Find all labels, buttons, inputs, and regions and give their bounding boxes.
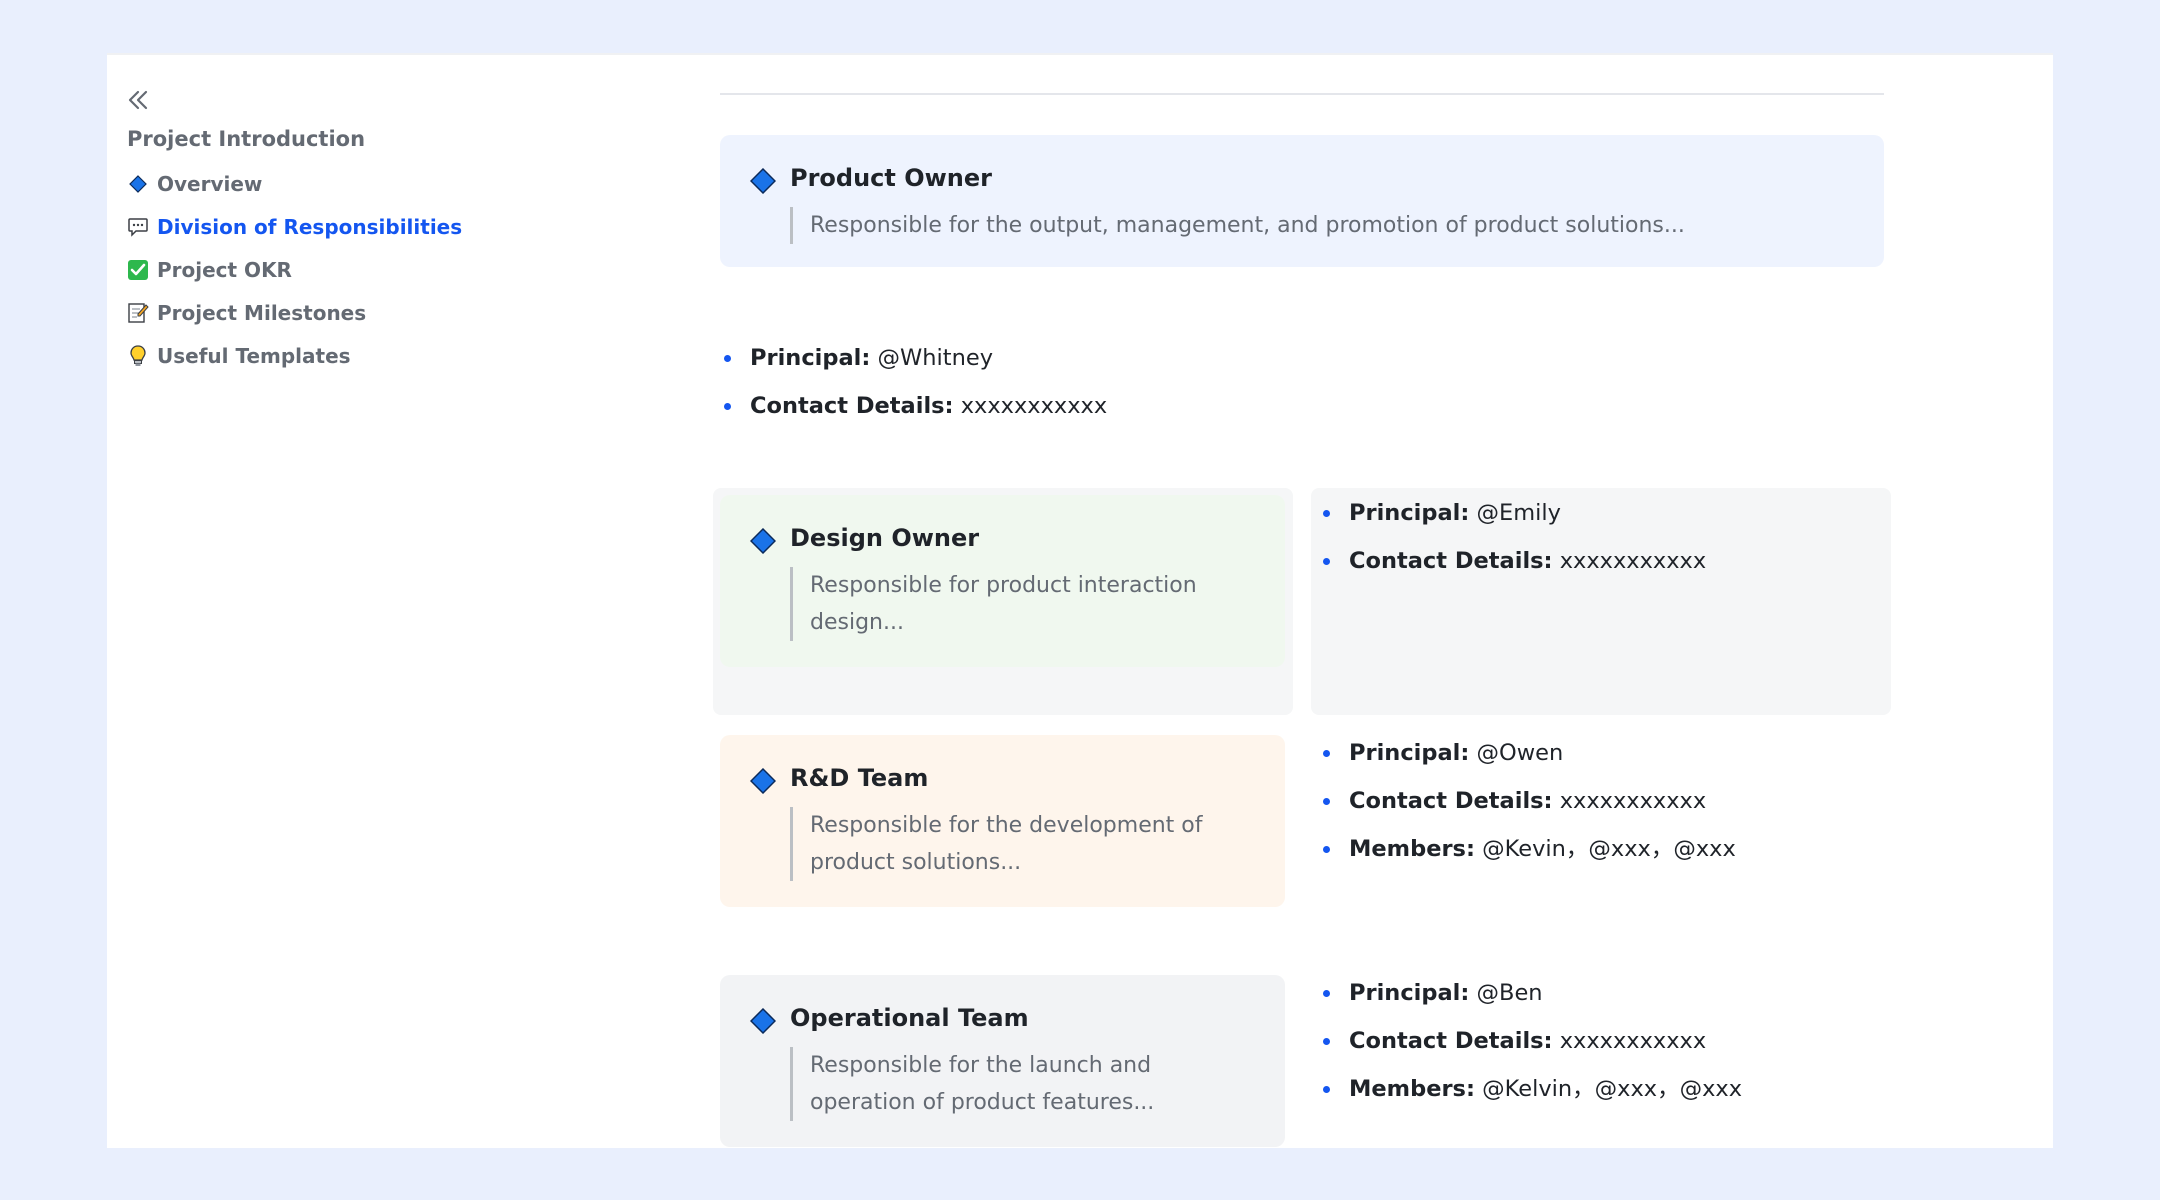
- principal-label: Principal:: [750, 345, 871, 371]
- outline-item-division-of-responsibilities[interactable]: Division of Responsibilities: [127, 212, 462, 242]
- outline-item-overview[interactable]: Overview: [127, 169, 262, 199]
- light-bulb-icon: [127, 345, 149, 367]
- blue-diamond-icon: [749, 527, 777, 555]
- principal-label: Principal:: [1349, 980, 1470, 1006]
- outline-item-label: Division of Responsibilities: [157, 215, 463, 239]
- outline-item-project-milestones[interactable]: Project Milestones: [127, 298, 366, 328]
- contact-value: xxxxxxxxxxx: [960, 393, 1108, 419]
- callout-description: Responsible for the development of produ…: [790, 807, 1210, 881]
- document-page: Project Introduction Overview Division o…: [107, 53, 2053, 1148]
- blue-diamond-icon: [127, 173, 149, 195]
- list-item: Contact Details: xxxxxxxxxxx: [1319, 544, 1706, 592]
- outline-item-useful-templates[interactable]: Useful Templates: [127, 341, 351, 371]
- speech-bubble-icon: [127, 216, 149, 238]
- list-item: Principal: @Whitney: [720, 341, 1107, 389]
- principal-mention[interactable]: @Emily: [1477, 500, 1561, 526]
- divider: [720, 93, 1884, 95]
- contact-label: Contact Details:: [1349, 1028, 1553, 1054]
- outline-item-label: Useful Templates: [157, 344, 351, 368]
- product-owner-callout[interactable]: Product Owner Responsible for the output…: [720, 135, 1884, 267]
- members-label: Members:: [1349, 1076, 1475, 1102]
- list-item: Principal: @Ben: [1319, 976, 1742, 1024]
- memo-icon: [127, 302, 149, 324]
- contact-label: Contact Details:: [1349, 788, 1553, 814]
- callout-title: Operational Team: [790, 1004, 1029, 1032]
- outline-item-project-okr[interactable]: Project OKR: [127, 255, 292, 285]
- list-item: Principal: @Emily: [1319, 496, 1706, 544]
- operational-team-details: Principal: @Ben Contact Details: xxxxxxx…: [1319, 976, 1742, 1120]
- check-box-icon: [127, 259, 149, 281]
- blue-diamond-icon: [749, 1007, 777, 1035]
- principal-mention[interactable]: @Owen: [1477, 740, 1564, 766]
- contact-label: Contact Details:: [750, 393, 954, 419]
- contact-value: xxxxxxxxxxx: [1559, 548, 1707, 574]
- callout-title: Product Owner: [790, 164, 993, 192]
- principal-label: Principal:: [1349, 740, 1470, 766]
- contact-value: xxxxxxxxxxx: [1559, 788, 1707, 814]
- callout-description: Responsible for the launch and operation…: [790, 1047, 1250, 1121]
- list-item: Contact Details: xxxxxxxxxxx: [1319, 1024, 1742, 1072]
- rd-team-details: Principal: @Owen Contact Details: xxxxxx…: [1319, 736, 1736, 880]
- blue-diamond-icon: [749, 767, 777, 795]
- outline-item-label: Project OKR: [157, 258, 292, 282]
- members-mentions[interactable]: @Kelvin，@xxx，@xxx: [1482, 1076, 1742, 1102]
- callout-description: Responsible for the output, management, …: [790, 207, 1840, 244]
- design-owner-details: Principal: @Emily Contact Details: xxxxx…: [1319, 496, 1706, 592]
- members-label: Members:: [1349, 836, 1475, 862]
- principal-mention[interactable]: @Ben: [1477, 980, 1543, 1006]
- blue-diamond-icon: [749, 167, 777, 195]
- principal-mention[interactable]: @Whitney: [878, 345, 994, 371]
- outline-item-label: Project Milestones: [157, 301, 367, 325]
- callout-title: Design Owner: [790, 524, 980, 552]
- callout-title: R&D Team: [790, 764, 929, 792]
- double-chevron-left-icon[interactable]: [124, 87, 152, 113]
- outline-item-label: Overview: [157, 172, 263, 196]
- contact-value: xxxxxxxxxxx: [1559, 1028, 1707, 1054]
- list-item: Contact Details: xxxxxxxxxxx: [720, 389, 1107, 437]
- list-item: Contact Details: xxxxxxxxxxx: [1319, 784, 1736, 832]
- list-item: Principal: @Owen: [1319, 736, 1736, 784]
- contact-label: Contact Details:: [1349, 548, 1553, 574]
- list-item: Members: @Kelvin，@xxx，@xxx: [1319, 1072, 1742, 1120]
- rd-team-callout[interactable]: R&D Team Responsible for the development…: [720, 735, 1285, 907]
- members-mentions[interactable]: @Kevin，@xxx，@xxx: [1482, 836, 1736, 862]
- list-item: Members: @Kevin，@xxx，@xxx: [1319, 832, 1736, 880]
- operational-team-callout[interactable]: Operational Team Responsible for the lau…: [720, 975, 1285, 1147]
- callout-description: Responsible for product interaction desi…: [790, 567, 1210, 641]
- principal-label: Principal:: [1349, 500, 1470, 526]
- design-owner-callout[interactable]: Design Owner Responsible for product int…: [720, 495, 1285, 667]
- product-owner-details: Principal: @Whitney Contact Details: xxx…: [720, 341, 1107, 437]
- outline-title[interactable]: Project Introduction: [127, 127, 365, 151]
